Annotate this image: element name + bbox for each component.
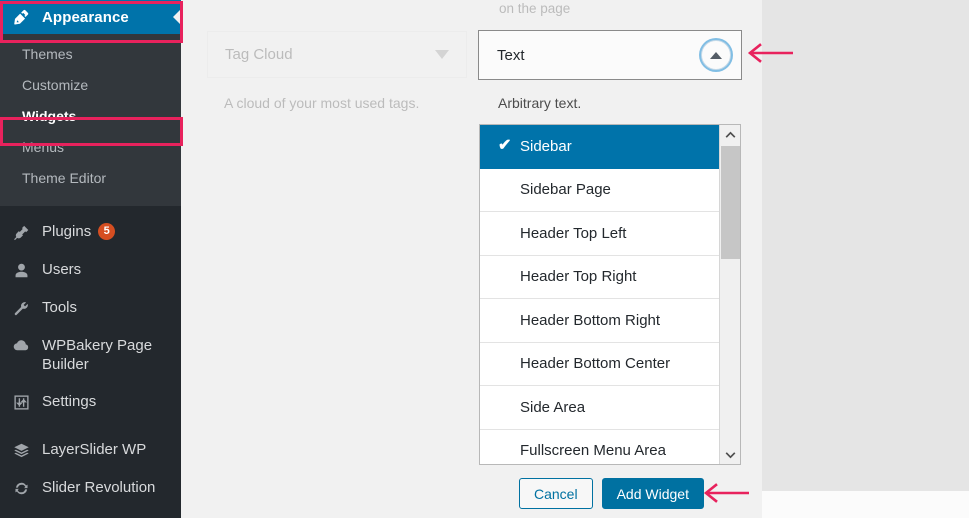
screen-root: Appearance Themes Customize Widgets Menu…	[0, 0, 969, 518]
list-item-label: Header Top Right	[520, 268, 637, 286]
appearance-submenu: Themes Customize Widgets Menus Theme Edi…	[0, 34, 181, 200]
widget-title: Tag Cloud	[225, 46, 293, 63]
annotation-arrow-add-widget	[703, 483, 749, 503]
scroll-down-button[interactable]	[720, 445, 740, 464]
sidebar-item-themes[interactable]: Themes	[0, 39, 181, 70]
widget-text-header[interactable]: Text	[478, 30, 742, 80]
list-item-label: Header Top Left	[520, 224, 627, 242]
sidebar-item-tools[interactable]: Tools	[0, 289, 181, 327]
paintbrush-icon	[11, 7, 31, 27]
sidebar-item-settings[interactable]: Settings	[0, 383, 181, 421]
list-item-label: Header Bottom Center	[520, 355, 671, 373]
list-item[interactable]: Side Area	[480, 386, 719, 430]
right-panel-gray	[762, 0, 969, 491]
list-item-label: Fullscreen Menu Area	[520, 442, 666, 460]
plugins-update-badge: 5	[98, 223, 116, 240]
sidebar-item-plugins[interactable]: Plugins 5	[0, 213, 181, 251]
list-item[interactable]: Header Bottom Center	[480, 343, 719, 386]
widget-text-description: Arbitrary text.	[498, 95, 582, 111]
list-item-label: Side Area	[520, 398, 586, 416]
appearance-menu-group: Appearance Themes Customize Widgets Menu…	[0, 0, 181, 206]
list-item-label: Sidebar	[520, 137, 572, 155]
cloud-icon	[11, 336, 31, 356]
list-item[interactable]: ✔ Sidebar	[480, 125, 719, 169]
sliders-icon	[11, 392, 31, 412]
widget-title: Text	[497, 46, 525, 64]
listbox-scrollbar[interactable]	[719, 125, 740, 464]
check-icon: ✔	[498, 137, 512, 155]
chevron-up-icon	[710, 51, 722, 59]
widget-action-buttons: Cancel Add Widget	[519, 478, 704, 509]
scroll-up-button[interactable]	[720, 125, 740, 144]
widget-tag-cloud-description: A cloud of your most used tags.	[224, 95, 420, 111]
sidebar-item-wpbakery-page-builder[interactable]: WPBakery Page Builder	[0, 327, 181, 383]
sidebar-item-label: WPBakery Page Builder	[42, 337, 153, 373]
sidebar-item-label: Slider Revolution	[42, 479, 156, 496]
layers-icon	[11, 440, 31, 460]
sidebar-item-theme-editor[interactable]: Theme Editor	[0, 163, 181, 194]
listbox-options: ✔ Sidebar Sidebar Page Header Top Left H…	[480, 125, 719, 464]
add-widget-button[interactable]: Add Widget	[601, 478, 704, 509]
sidebar-main-menu: Plugins 5 Users Tools WPBakery Page Buil…	[0, 213, 181, 507]
sidebar-item-label: Plugins	[42, 223, 92, 240]
right-panel-white	[762, 491, 969, 518]
list-item-label: Header Bottom Right	[520, 311, 661, 329]
menu-pointer-arrow-icon	[173, 9, 181, 25]
chevron-down-icon[interactable]	[435, 50, 449, 59]
scrollbar-thumb[interactable]	[721, 146, 740, 259]
list-item-label: Sidebar Page	[520, 181, 611, 199]
widget-collapse-toggle-button[interactable]	[701, 40, 731, 70]
cancel-button[interactable]: Cancel	[519, 478, 593, 509]
sidebar-item-customize[interactable]: Customize	[0, 70, 181, 101]
admin-sidebar: Appearance Themes Customize Widgets Menu…	[0, 0, 181, 518]
sidebar-item-layerslider-wp[interactable]: LayerSlider WP	[0, 431, 181, 469]
sidebar-item-menus[interactable]: Menus	[0, 132, 181, 163]
menu-divider	[0, 421, 181, 431]
widget-tag-cloud[interactable]: Tag Cloud	[207, 31, 467, 78]
user-icon	[11, 260, 31, 280]
wrench-icon	[11, 298, 31, 318]
sidebar-item-label: Appearance	[42, 8, 129, 26]
sidebar-item-label: LayerSlider WP	[42, 441, 147, 458]
partial-help-text: on the page	[499, 1, 571, 16]
sidebar-item-label: Tools	[42, 299, 78, 316]
list-item[interactable]: Header Bottom Right	[480, 299, 719, 343]
sidebar-item-slider-revolution[interactable]: Slider Revolution	[0, 469, 181, 507]
plug-icon	[11, 222, 31, 242]
sidebar-item-widgets[interactable]: Widgets	[0, 101, 181, 132]
sidebar-item-appearance[interactable]: Appearance	[0, 0, 181, 34]
sidebar-target-listbox[interactable]: ✔ Sidebar Sidebar Page Header Top Left H…	[479, 124, 741, 465]
list-item[interactable]: Fullscreen Menu Area	[480, 430, 719, 465]
sidebar-item-label: Users	[42, 261, 82, 278]
refresh-icon	[11, 478, 31, 498]
list-item[interactable]: Header Top Right	[480, 256, 719, 299]
annotation-arrow-toggle	[747, 43, 793, 63]
list-item[interactable]: Header Top Left	[480, 212, 719, 256]
sidebar-item-users[interactable]: Users	[0, 251, 181, 289]
sidebar-item-label: Settings	[42, 393, 97, 410]
list-item[interactable]: Sidebar Page	[480, 169, 719, 212]
